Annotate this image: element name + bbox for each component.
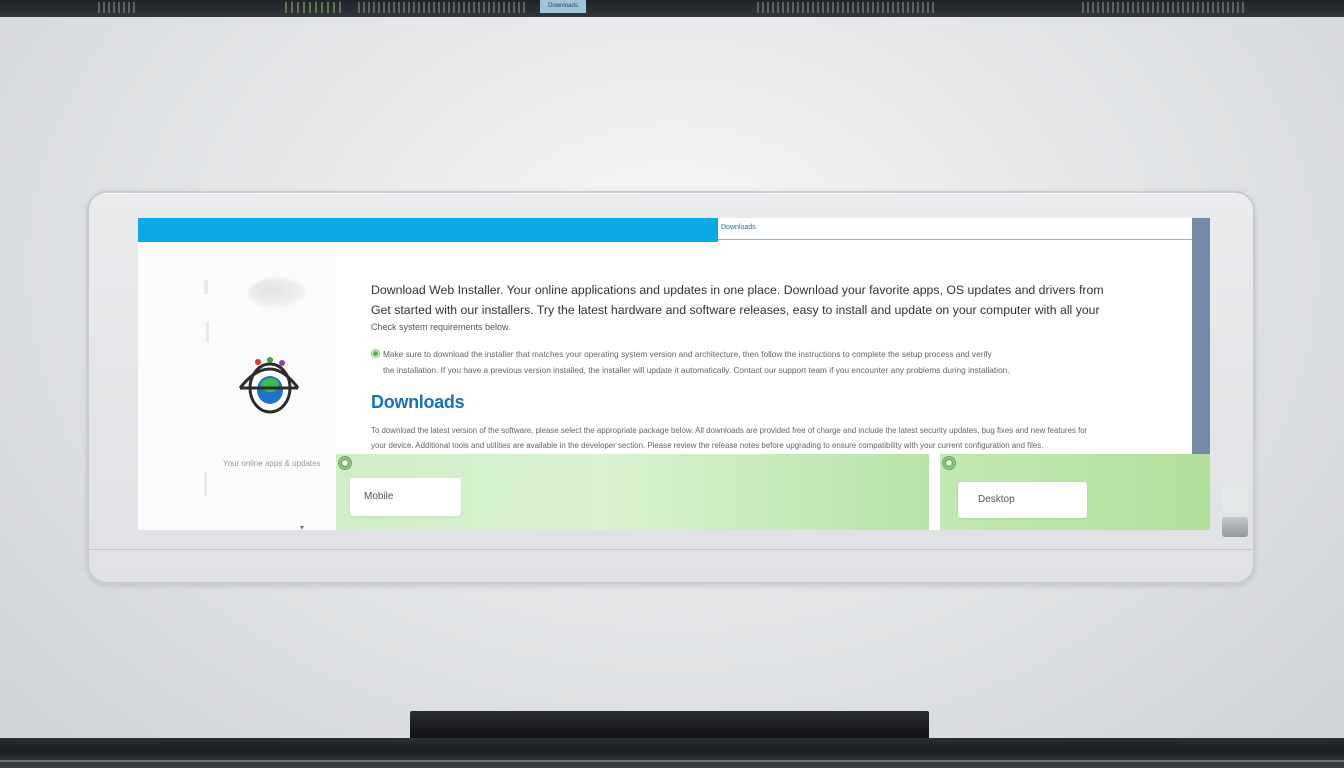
site-header-bar	[138, 218, 718, 242]
sidebar-decoration	[204, 280, 208, 294]
top-taskbar: Downloads	[0, 0, 1344, 17]
intro-paragraph: Download Web Installer. Your online appl…	[371, 280, 1181, 320]
taskbar-segment	[358, 2, 528, 13]
sidebar-decoration	[206, 322, 209, 342]
scrollbar[interactable]	[1192, 218, 1210, 454]
address-url: Downloads	[721, 224, 756, 231]
sidebar-caption: Your online apps & updates	[223, 459, 321, 468]
bullet-line: the installation. If you have a previous…	[383, 365, 1010, 375]
sidebar: Your online apps & updates ▾	[138, 242, 336, 530]
chevron-down-icon[interactable]: ▾	[300, 523, 304, 530]
bullet-icon	[371, 349, 380, 358]
intro-note: Check system requirements below.	[371, 322, 511, 332]
sidebar-decoration	[204, 472, 207, 496]
desktop-download-button[interactable]: Desktop	[958, 482, 1087, 518]
taskbar-segment	[757, 2, 937, 13]
section-line: your device. Additional tools and utilit…	[371, 441, 1044, 450]
app-logo-icon	[238, 357, 300, 414]
section-heading: Downloads	[371, 392, 465, 412]
download-panel-desktop[interactable]: Desktop	[940, 454, 1210, 530]
section-paragraph: To download the latest version of the so…	[371, 423, 1181, 453]
bullet-line: Make sure to download the installer that…	[383, 349, 992, 359]
mobile-download-button[interactable]: Mobile	[350, 478, 461, 516]
monitor-bezel-line	[89, 549, 1253, 550]
browser-window: Downloads Your online apps & updates ▾ D…	[138, 218, 1210, 530]
check-icon	[338, 456, 352, 470]
monitor-side-button	[1222, 517, 1248, 537]
monitor-stand	[410, 711, 929, 738]
section-line: To download the latest version of the so…	[371, 426, 1088, 435]
monitor-side-button	[1222, 487, 1248, 513]
bullet-paragraph: Make sure to download the installer that…	[371, 346, 1193, 378]
download-panel-mobile[interactable]: Mobile	[336, 454, 929, 530]
intro-line: Download Web Installer. Your online appl…	[371, 283, 1104, 297]
address-bar[interactable]: Downloads	[718, 218, 1192, 240]
taskbar-segment	[285, 2, 345, 13]
taskbar-active-tab[interactable]: Downloads	[540, 0, 586, 13]
desk-surface	[0, 738, 1344, 768]
check-icon	[942, 456, 956, 470]
taskbar-segment	[1082, 2, 1247, 13]
sidebar-image	[248, 278, 306, 308]
intro-line: Get started with our installers. Try the…	[371, 303, 1100, 317]
taskbar-segment	[98, 2, 138, 13]
